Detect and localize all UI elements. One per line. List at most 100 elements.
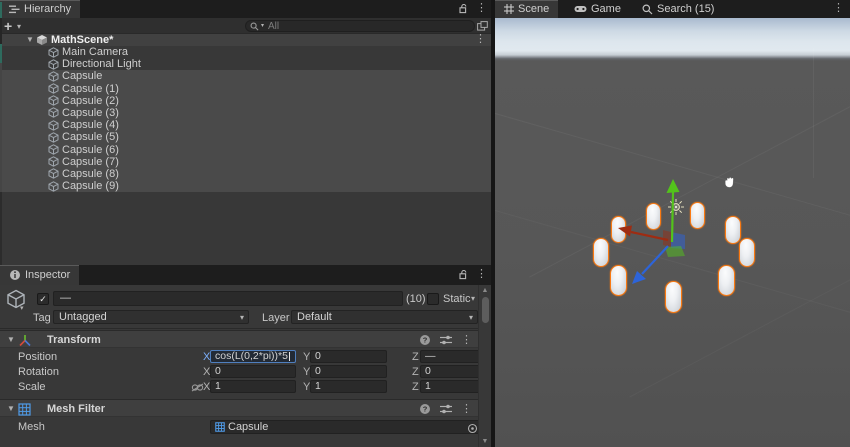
scene-header-row[interactable]: ▼ MathScene* ⋮ — [0, 34, 491, 46]
tab-inspector[interactable]: Inspector — [0, 265, 79, 285]
hierarchy-item[interactable]: Capsule (3) — [0, 107, 491, 119]
window-edge-sliver — [0, 0, 2, 265]
move-gizmo[interactable] — [495, 18, 850, 447]
scrollbar-down-icon[interactable]: ▼ — [479, 438, 491, 445]
hierarchy-item[interactable]: Capsule (5) — [0, 131, 491, 143]
transform-foldout-icon[interactable]: ▼ — [7, 336, 15, 344]
tag-caret-icon: ▾ — [240, 314, 244, 322]
hierarchy-item[interactable]: Capsule (8) — [0, 168, 491, 180]
svg-text:?: ? — [423, 405, 428, 414]
scrollbar-up-icon[interactable]: ▲ — [479, 287, 491, 294]
help-icon[interactable]: ? — [419, 403, 431, 415]
help-icon[interactable]: ? — [419, 334, 431, 346]
tag-dropdown[interactable]: Untagged ▾ — [53, 310, 249, 324]
inspector-scrollbar[interactable]: ▲ ▼ — [478, 285, 491, 447]
scene-view-panel: Scene Game Search (15) ⋮ — [495, 0, 850, 447]
scale-label: Scale — [18, 381, 46, 393]
mesh-filter-kebab-icon[interactable]: ⋮ — [461, 404, 472, 415]
presets-icon[interactable] — [440, 335, 452, 345]
header-icon-caret[interactable]: ▾ — [20, 305, 24, 312]
tab-scene[interactable]: Scene — [495, 0, 558, 18]
object-picker-icon[interactable] — [467, 423, 478, 434]
scene-viewport[interactable] — [495, 18, 850, 447]
transform-kebab-icon[interactable]: ⋮ — [461, 335, 472, 346]
hierarchy-item[interactable]: Capsule (1) — [0, 83, 491, 95]
scene-foldout-icon[interactable]: ▼ — [26, 36, 34, 44]
tab-search[interactable]: Search (15) — [633, 0, 723, 18]
mesh-filter-foldout-icon[interactable]: ▼ — [7, 405, 15, 413]
scale-z-field[interactable]: 1 — [420, 380, 481, 393]
layer-label: Layer — [262, 312, 290, 324]
unity-editor-window: Hierarchy ⋮ + ▾ ▾ All — [0, 0, 850, 447]
tab-game[interactable]: Game — [565, 0, 630, 18]
hierarchy-item[interactable]: Main Camera — [0, 46, 491, 58]
presets-icon[interactable] — [440, 404, 452, 414]
mesh-filter-title: Mesh Filter — [47, 403, 105, 415]
layer-dropdown[interactable]: Default ▾ — [291, 310, 478, 324]
transform-header[interactable]: ▼ Transform ? — [0, 330, 478, 348]
selection-count: (10) — [406, 293, 426, 305]
hierarchy-item[interactable]: Capsule (9) — [0, 180, 491, 192]
lock-icon[interactable] — [458, 3, 468, 14]
active-checkbox[interactable]: ✓ — [37, 293, 49, 305]
hierarchy-search-input[interactable]: ▾ All — [245, 20, 475, 32]
position-y-field[interactable]: 0 — [310, 350, 387, 363]
mesh-label: Mesh — [18, 421, 45, 433]
gizmo-z-axis[interactable] — [642, 246, 668, 274]
hierarchy-item[interactable]: Capsule (2) — [0, 95, 491, 107]
mesh-filter-header[interactable]: ▼ Mesh Filter ? — [0, 399, 478, 417]
text-cursor — [289, 352, 290, 361]
scene-row-kebab-icon[interactable]: ⋮ — [475, 34, 486, 45]
gameobject-cube-icon — [48, 181, 59, 192]
gameobject-cube-icon — [48, 107, 59, 118]
gameobject-cube-icon — [48, 168, 59, 179]
position-x-field[interactable]: cos(L(0,2*pi))*5 — [210, 350, 296, 363]
separator — [0, 328, 478, 329]
info-icon — [9, 269, 21, 281]
add-dropdown-caret-icon[interactable]: ▾ — [17, 23, 21, 31]
scrollbar-thumb[interactable] — [482, 297, 489, 323]
gizmo-x-axis[interactable] — [631, 232, 668, 240]
static-label: Static — [443, 293, 471, 305]
gameobject-name-field[interactable]: — — [53, 291, 403, 306]
hierarchy-item[interactable]: Capsule (7) — [0, 156, 491, 168]
gizmo-y-axis[interactable] — [672, 192, 673, 242]
hierarchy-menu-kebab-icon[interactable]: ⋮ — [476, 3, 487, 14]
hierarchy-item[interactable]: Capsule (6) — [0, 144, 491, 156]
transform-position-row: Position X cos(L(0,2*pi))*5 Y 0 Z — — [0, 350, 478, 364]
search-filter-caret-icon[interactable]: ▾ — [261, 23, 264, 29]
inspector-panel: Inspector ⋮ ▾ ✓ — (10) Static — [0, 265, 491, 447]
mesh-object-field[interactable]: Capsule — [210, 420, 482, 434]
inspector-tab-label: Inspector — [25, 269, 70, 281]
position-z-field[interactable]: — — [420, 350, 481, 363]
rotation-label: Rotation — [18, 366, 59, 378]
add-gameobject-button[interactable]: + — [4, 18, 12, 34]
scale-y-field[interactable]: 1 — [310, 380, 387, 393]
scene-picker-icon[interactable] — [477, 21, 488, 31]
mouse-cursor-icon — [724, 177, 736, 189]
hierarchy-item[interactable]: Capsule — [0, 70, 491, 82]
gameobject-cube-icon — [48, 156, 59, 167]
position-label: Position — [18, 351, 57, 363]
hierarchy-items: Main Camera Directional Light Capsule Ca… — [0, 46, 491, 192]
tab-hierarchy[interactable]: Hierarchy — [0, 0, 80, 18]
rotation-x-field[interactable]: 0 — [210, 365, 296, 378]
game-tab-label: Game — [591, 3, 621, 15]
rotation-y-field[interactable]: 0 — [310, 365, 387, 378]
mesh-icon — [215, 422, 225, 432]
lock-icon[interactable] — [458, 269, 468, 280]
static-caret-icon[interactable]: ▾ — [471, 295, 475, 303]
inspector-menu-kebab-icon[interactable]: ⋮ — [476, 269, 487, 280]
gizmo-x-arrowhead[interactable] — [618, 226, 632, 237]
scene-name: MathScene* — [51, 34, 113, 46]
hierarchy-item[interactable]: Capsule (4) — [0, 119, 491, 131]
rotation-z-field[interactable]: 0 — [420, 365, 481, 378]
tag-label: Tag — [33, 312, 51, 324]
gizmo-y-arrowhead[interactable] — [667, 179, 680, 193]
scale-x-field[interactable]: 1 — [210, 380, 296, 393]
svg-text:?: ? — [423, 336, 428, 345]
static-checkbox[interactable] — [427, 293, 439, 305]
hierarchy-item[interactable]: Directional Light — [0, 58, 491, 70]
search-icon — [642, 4, 653, 15]
scene-menu-kebab-icon[interactable]: ⋮ — [833, 3, 844, 14]
